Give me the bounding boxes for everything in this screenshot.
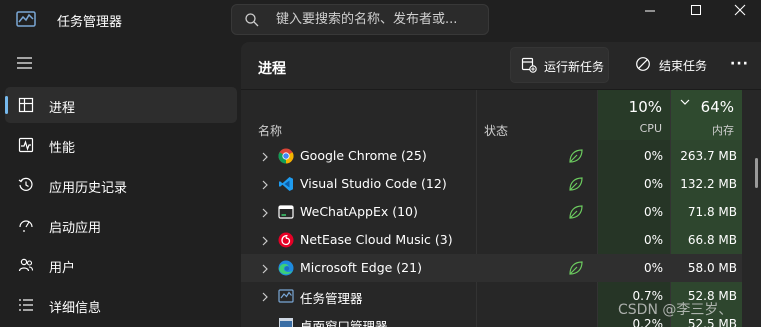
expand-chevron-icon[interactable] [261,151,269,162]
search-icon [244,12,260,28]
column-header-cpu[interactable]: 10% CPU [597,90,670,140]
processes-panel: 进程 运行新任务 结束任务 ··· 名称 状态 10% CPU 64% 内存 G… [241,42,761,327]
wechat-app-icon [278,204,294,220]
end-task-icon [635,56,651,72]
task-manager-icon [16,11,36,27]
expand-chevron-icon[interactable] [261,291,269,302]
expand-chevron-icon[interactable] [261,207,269,218]
process-memory: 263.7 MB [680,149,737,163]
process-cpu: 0% [643,205,663,219]
watermark: CSDN @李三岁、 [618,302,733,318]
process-name: Visual Studio Code (12) [300,176,447,191]
table-row[interactable]: Google Chrome (25) 0% 263.7 MB [241,142,742,170]
sidebar-item-details[interactable]: 详细信息 [5,287,237,323]
expand-chevron-icon[interactable] [261,179,269,190]
end-task-button[interactable]: 结束任务 [625,47,717,83]
process-name: 任务管理器 [300,291,363,306]
memory-total-percent: 64% [700,98,734,116]
process-name: WeChatAppEx (10) [300,204,418,219]
process-memory: 132.2 MB [680,177,737,191]
edge-icon [278,260,294,276]
column-cpu-label: CPU [639,122,662,135]
chrome-icon [278,148,294,164]
sidebar-item-label: 性能 [49,141,76,156]
column-header-name[interactable]: 名称 [241,90,476,140]
sidebar-item-label: 启动应用 [49,221,102,236]
run-new-task-button[interactable]: 运行新任务 [510,47,609,83]
task-manager-icon [278,288,294,304]
minimize-button[interactable] [627,0,673,22]
active-indicator [5,96,8,114]
table-row[interactable]: NetEase Cloud Music (3) 0% 66.8 MB [241,226,742,254]
efficiency-mode-icon [568,204,584,220]
dwm-icon [278,316,294,327]
process-cpu: 0% [643,233,663,247]
process-cpu: 0% [643,177,663,191]
process-name: NetEase Cloud Music (3) [300,232,453,247]
search-box[interactable] [231,4,489,35]
expand-chevron-icon[interactable] [261,235,269,246]
process-memory: 66.8 MB [687,233,737,247]
performance-icon [18,137,34,153]
process-cpu: 0% [643,261,663,275]
page-title: 进程 [258,61,286,77]
sidebar-item-processes[interactable]: 进程 [5,87,237,123]
cpu-total-percent: 10% [628,98,662,116]
table-row[interactable]: Microsoft Edge (21) 0% 58.0 MB [241,254,742,282]
more-options-button[interactable]: ··· [727,47,753,83]
end-task-label: 结束任务 [659,59,708,73]
vertical-scrollbar[interactable] [755,158,758,188]
title-bar: 任务管理器 [0,0,761,38]
run-task-icon [521,57,537,73]
app-history-icon [18,177,34,193]
sidebar-item-startup-apps[interactable]: 启动应用 [5,207,237,243]
sidebar-item-app-history[interactable]: 应用历史记录 [5,167,237,203]
process-name: 桌面窗口管理器 [300,319,388,327]
process-memory: 71.8 MB [687,205,737,219]
column-memory-label: 内存 [712,124,734,137]
run-new-task-label: 运行新任务 [544,60,605,74]
netease-music-icon [278,232,294,248]
sidebar-item-label: 用户 [49,261,76,276]
sidebar-item-label: 详细信息 [49,301,102,316]
table-row[interactable]: WeChatAppEx (10) 0% 71.8 MB [241,198,742,226]
sidebar-item-users[interactable]: 用户 [5,247,237,283]
vscode-icon [278,176,294,192]
maximize-button[interactable] [673,0,719,22]
expand-chevron-icon[interactable] [261,263,269,274]
search-input[interactable] [276,5,481,34]
app-title: 任务管理器 [57,15,123,30]
process-memory: 58.0 MB [687,261,737,275]
more-options-icon: ··· [730,56,749,72]
startup-apps-icon [18,217,34,233]
table-row[interactable]: Visual Studio Code (12) 0% 132.2 MB [241,170,742,198]
sidebar-item-label: 应用历史记录 [49,181,128,196]
details-icon [18,297,34,313]
sidebar-item-label: 进程 [49,101,76,116]
process-name: Microsoft Edge (21) [300,260,422,275]
column-name-label: 名称 [258,124,283,138]
column-header-memory[interactable]: 64% 内存 [670,90,742,140]
sidebar-item-performance[interactable]: 性能 [5,127,237,163]
efficiency-mode-icon [568,260,584,276]
column-status-label: 状态 [484,124,509,138]
sort-descending-icon [680,95,690,105]
close-button[interactable] [717,0,761,22]
users-icon [18,257,34,273]
process-name: Google Chrome (25) [300,148,427,163]
efficiency-mode-icon [568,148,584,164]
efficiency-mode-icon [568,176,584,192]
processes-icon [18,97,34,113]
column-header-status[interactable]: 状态 [476,90,597,140]
process-cpu: 0% [643,149,663,163]
hamburger-menu-icon[interactable] [16,56,34,70]
